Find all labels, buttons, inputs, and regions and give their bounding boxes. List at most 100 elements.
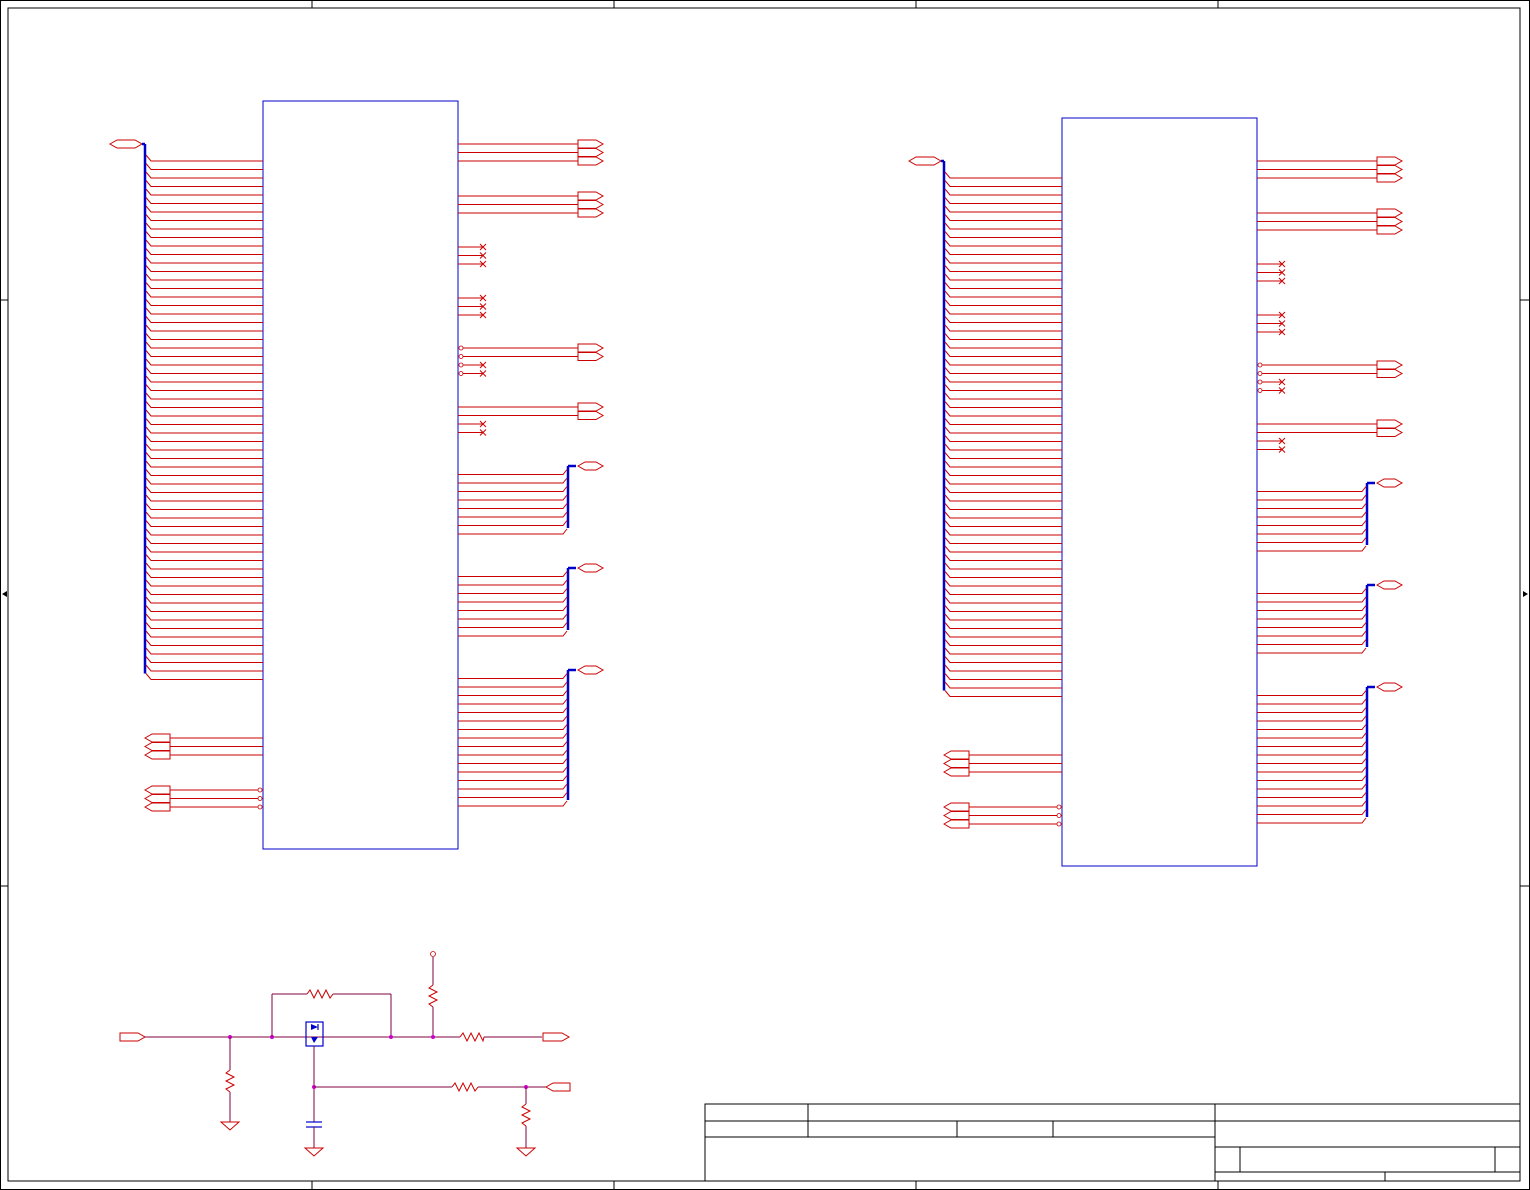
inversion-bubble [1056, 813, 1062, 818]
bus-wire [145, 205, 263, 213]
bus-wire [145, 214, 263, 221]
bus-wire [458, 503, 568, 509]
bus-wire [458, 571, 568, 577]
bus-wire [944, 265, 1062, 272]
net-port [577, 191, 605, 201]
net-port [942, 811, 970, 820]
bus-wire [145, 409, 263, 417]
bus-wire [944, 409, 1062, 417]
bus-wire [1257, 690, 1367, 696]
bus-wire [145, 197, 263, 204]
bus-wire [145, 171, 263, 179]
bus-wire [1257, 724, 1367, 730]
bus-wire [1257, 715, 1367, 722]
bus-wire [944, 554, 1062, 561]
bus-wire [944, 477, 1062, 485]
resistor-icon [459, 1031, 485, 1043]
bus-wire [145, 596, 263, 604]
bus-wire [145, 545, 263, 553]
bus-port [1375, 580, 1404, 590]
bus-wire [458, 588, 568, 594]
resistor-icon [224, 1069, 236, 1093]
bus-wire [145, 656, 263, 663]
bus-wire [145, 392, 263, 400]
net-port [1376, 225, 1404, 235]
bus-wire [145, 350, 263, 357]
net-port [143, 794, 171, 803]
bus-wire [944, 290, 1062, 298]
net-port [143, 733, 171, 743]
circuit-input-port [119, 1032, 147, 1042]
bus-wire [944, 452, 1062, 459]
bus-wire [458, 486, 568, 492]
bus-wire [145, 341, 263, 349]
bus-wire [944, 537, 1062, 544]
net-port [143, 785, 171, 795]
bus-wire [944, 401, 1062, 408]
bus-wire [145, 222, 263, 230]
bus-wire [944, 639, 1062, 646]
ground-icon [303, 1147, 325, 1157]
bus-wire [458, 630, 568, 637]
inversion-bubble [1056, 821, 1062, 827]
bus-wire [944, 341, 1062, 349]
bus-port [576, 665, 605, 675]
bus-wire [458, 613, 568, 620]
net-port [1376, 217, 1404, 226]
bus-wire [1257, 639, 1367, 645]
bus-wire [145, 588, 263, 595]
bus-wire [1257, 486, 1367, 492]
bus-wire [145, 622, 263, 629]
bus-wire [944, 562, 1062, 570]
bus-wire [944, 171, 1062, 179]
bus-wire [458, 622, 568, 628]
bus-wire [944, 222, 1062, 230]
bus-wire [944, 350, 1062, 357]
bus-wire [145, 605, 263, 612]
bus-wire [145, 443, 263, 451]
resistor-icon [427, 984, 439, 1008]
bus-wire [944, 188, 1062, 196]
bus-wire [458, 605, 568, 611]
bus-wire [1257, 758, 1367, 764]
bus-wire [145, 324, 263, 332]
bus-wire [145, 630, 263, 638]
bus-wire [145, 273, 263, 281]
bus-wire [145, 673, 263, 680]
bus-wire [1257, 707, 1367, 713]
inversion-bubble [458, 371, 464, 376]
bus-wire [1257, 613, 1367, 620]
bus-wire [145, 613, 263, 621]
ic-body [1061, 117, 1258, 867]
bus-wire [944, 647, 1062, 655]
bus-wire [145, 180, 263, 187]
bus-wire [944, 486, 1062, 493]
net-port [577, 402, 605, 412]
net-port [1376, 165, 1404, 174]
net-port [577, 343, 605, 353]
bus-wire [944, 630, 1062, 638]
bus-wire [944, 299, 1062, 306]
bus-wire [145, 307, 263, 315]
bus-wire [145, 290, 263, 298]
bus-wire [458, 511, 568, 518]
bus-port [108, 139, 144, 149]
net-port [1376, 208, 1404, 218]
net-port [577, 208, 605, 218]
bus-wire [944, 180, 1062, 187]
net-port [1376, 360, 1404, 370]
bus-wire [944, 367, 1062, 374]
bus-wire [1257, 511, 1367, 518]
bus-wire [145, 231, 263, 238]
bus-wire [944, 333, 1062, 340]
bus-wire [944, 205, 1062, 213]
bus-wire [458, 715, 568, 722]
bus-wire [1257, 647, 1367, 654]
inversion-bubble [1257, 379, 1263, 385]
circuit-input-port-2 [544, 1082, 571, 1092]
bus-wire [944, 613, 1062, 621]
resistor-icon [306, 988, 334, 1000]
bus-wire [1257, 766, 1367, 773]
bus-wire [145, 375, 263, 383]
bus-wire [944, 214, 1062, 221]
